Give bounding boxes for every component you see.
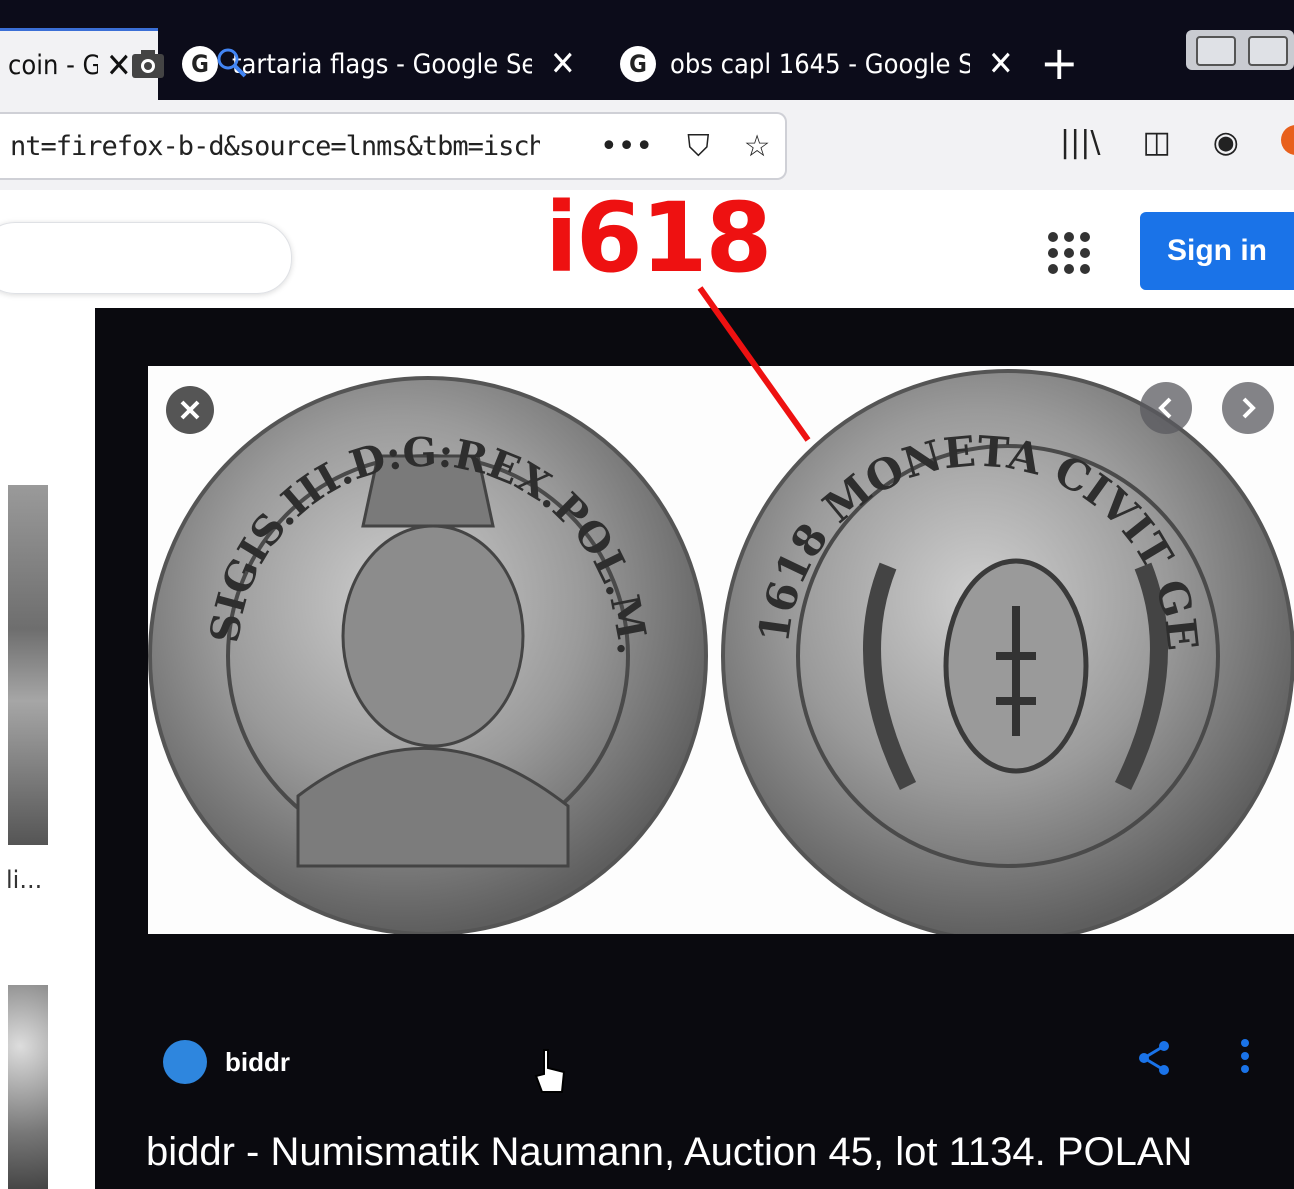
annotation-arrow bbox=[697, 286, 811, 442]
